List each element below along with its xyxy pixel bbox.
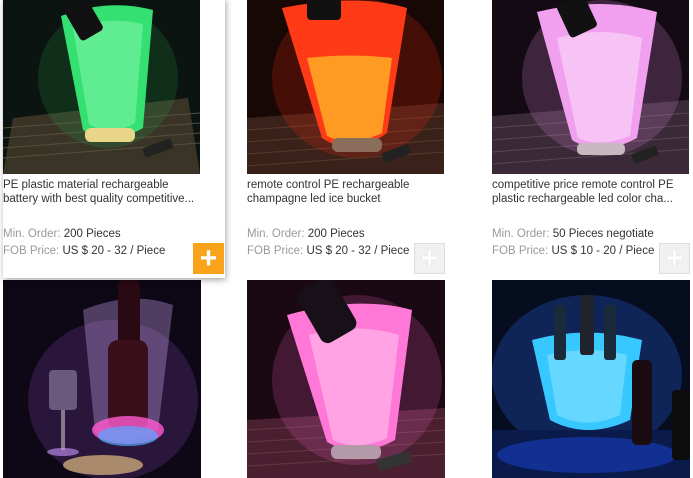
product-card[interactable]: [247, 280, 469, 478]
fob-price-value: US $ 20 - 32 / Piece: [306, 245, 410, 257]
product-image[interactable]: [492, 0, 689, 174]
product-card[interactable]: PE plastic material rechargeable battery…: [3, 0, 225, 278]
min-order-label: Min. Order:: [492, 228, 550, 240]
min-order: Min. Order: 200 Pieces: [3, 227, 215, 241]
product-card[interactable]: remote control PE rechargeable champagne…: [247, 0, 469, 274]
product-card[interactable]: [3, 280, 225, 478]
product-image[interactable]: [247, 0, 444, 174]
min-order-value: 50 Pieces negotiate: [552, 228, 654, 240]
fob-price-value: US $ 10 - 20 / Piece: [551, 245, 655, 257]
add-to-inquiry-button[interactable]: +: [193, 243, 224, 274]
min-order-value: 200 Pieces: [63, 228, 121, 240]
add-to-inquiry-button[interactable]: +: [414, 243, 445, 274]
fob-price-label: FOB Price:: [3, 245, 60, 257]
product-title[interactable]: PE plastic material rechargeable battery…: [3, 178, 198, 220]
min-order-value: 200 Pieces: [307, 228, 365, 240]
min-order: Min. Order: 50 Pieces negotiate: [492, 227, 693, 241]
product-card[interactable]: [492, 280, 693, 478]
product-image[interactable]: [3, 280, 201, 478]
product-image[interactable]: [247, 280, 445, 478]
fob-price-value: US $ 20 - 32 / Piece: [62, 245, 166, 257]
product-image[interactable]: [492, 280, 690, 478]
fob-price: FOB Price: US $ 20 - 32 / Piece: [3, 244, 215, 258]
product-title[interactable]: remote control PE rechargeable champagne…: [247, 178, 442, 220]
min-order-label: Min. Order:: [3, 228, 61, 240]
fob-price-label: FOB Price:: [492, 245, 549, 257]
min-order: Min. Order: 200 Pieces: [247, 227, 459, 241]
fob-price-label: FOB Price:: [247, 245, 304, 257]
add-to-inquiry-button[interactable]: +: [659, 243, 690, 274]
product-card[interactable]: competitive price remote control PE plas…: [492, 0, 693, 274]
product-title[interactable]: competitive price remote control PE plas…: [492, 178, 687, 220]
product-image[interactable]: [3, 0, 200, 174]
min-order-label: Min. Order:: [247, 228, 305, 240]
